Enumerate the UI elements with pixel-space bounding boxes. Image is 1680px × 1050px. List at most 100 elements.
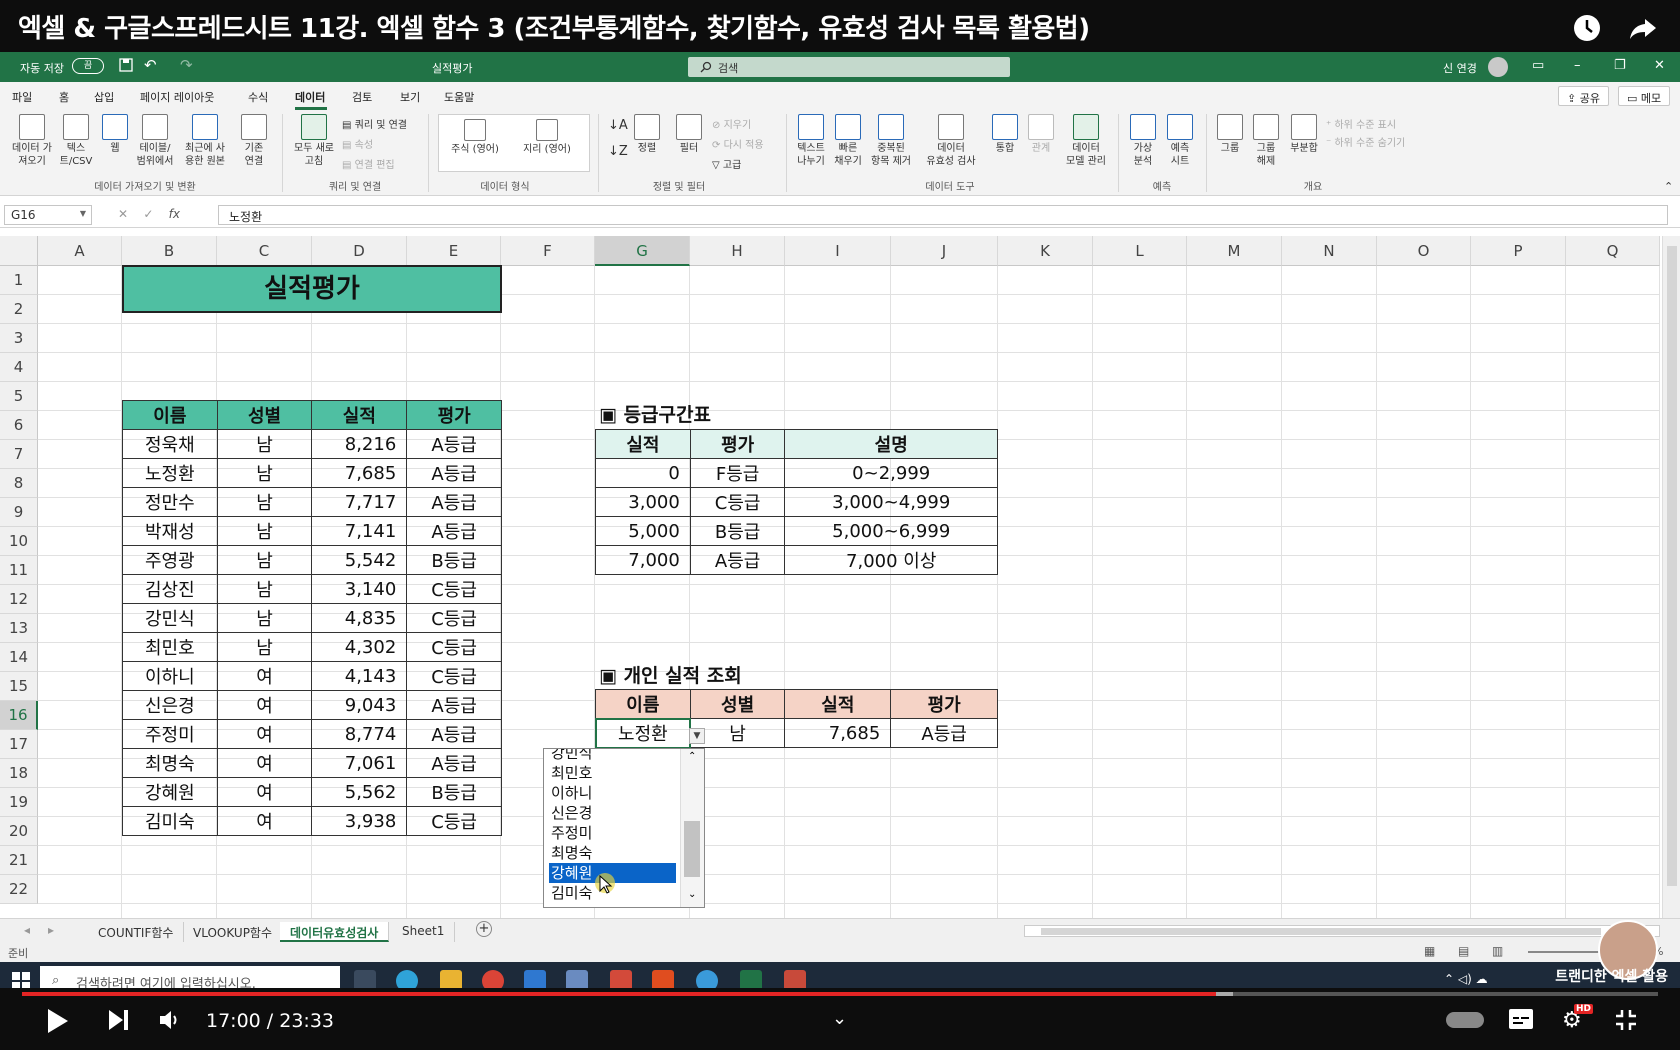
dropdown-item[interactable]: 신은경 [549,803,676,823]
stocks-button[interactable]: 주식 (영어) [445,119,505,156]
refresh-all-button[interactable]: 모두 새로 고침 [288,114,340,168]
row-header-8[interactable]: 8 [0,469,38,498]
table-cell[interactable]: A등급 [890,718,998,748]
table-cell[interactable]: 0 [595,458,691,488]
tab-help[interactable]: 도움말 [444,89,474,105]
queries-connections-button[interactable]: ▤ 쿼리 및 연결 [342,116,407,131]
file-title[interactable]: 실적평가 [432,60,472,76]
dropdown-item[interactable]: 주정미 [549,823,676,843]
data-types-gallery[interactable]: 주식 (영어) 지리 (영어) [438,114,590,172]
row-header-21[interactable]: 21 [0,846,38,875]
table-cell[interactable]: 여 [216,690,313,720]
autoplay-toggle[interactable] [1446,1012,1484,1028]
remove-duplicates-button[interactable]: 중복된 항목 제거 [866,114,916,168]
table-cell[interactable]: B등급 [406,777,502,807]
consolidate-button[interactable]: 통합 [988,114,1022,155]
table-cell[interactable]: 3,140 [311,574,408,604]
watch-later-icon[interactable] [1572,13,1602,43]
advanced-filter-button[interactable]: ▽ 고급 [712,156,741,171]
table-cell[interactable]: 3,000 [595,487,691,517]
row-header-11[interactable]: 11 [0,556,38,585]
page-break-view-icon[interactable]: ▥ [1492,944,1503,958]
table-cell[interactable]: 노정환 [122,458,218,488]
formula-input[interactable]: 노정환 [218,205,1668,225]
show-detail-button[interactable]: ⁺ 하위 수준 표시 [1326,116,1396,131]
chevron-down-icon[interactable]: ⌄ [832,1008,847,1029]
tab-insert[interactable]: 삽입 [94,89,114,105]
table-cell[interactable]: 8,774 [311,719,408,749]
table-cell[interactable]: 정만수 [122,487,218,517]
table-cell[interactable]: B등급 [689,516,786,546]
table-cell[interactable]: C등급 [406,574,502,604]
hide-detail-button[interactable]: ⁻ 하위 수준 숨기기 [1326,134,1405,149]
validation-dropdown-button[interactable]: ▼ [689,728,705,744]
sheet-title-cell[interactable]: 실적평가 [122,265,502,313]
prev-sheet-icon[interactable]: ◂ [24,923,30,937]
table-cell[interactable]: 남 [216,516,313,546]
close-icon[interactable]: ✕ [1654,58,1665,73]
properties-button[interactable]: ▤ 속성 [342,136,373,151]
row-header-10[interactable]: 10 [0,527,38,556]
dropdown-scrollbar[interactable]: ⌃ ⌄ [680,749,704,907]
column-header-C[interactable]: C [217,236,312,266]
table-cell[interactable]: 평가 [406,400,502,430]
subtotal-button[interactable]: 부분합 [1286,114,1322,155]
reapply-button[interactable]: ⟳ 다시 적용 [712,136,764,151]
enter-icon[interactable]: ✓ [143,207,153,221]
undo-icon[interactable]: ↶ [144,56,157,74]
save-icon[interactable] [118,57,134,76]
table-cell[interactable]: 성별 [216,400,313,430]
table-cell[interactable]: 7,685 [784,718,892,748]
table-cell[interactable]: 여 [216,719,313,749]
table-cell[interactable]: 주영광 [122,545,218,575]
table-cell[interactable]: 김미숙 [122,806,218,836]
tab-view[interactable]: 보기 [400,89,420,105]
scroll-up-icon[interactable]: ⌃ [688,751,696,762]
dropdown-item[interactable]: 강민식 [549,749,676,763]
table-cell[interactable]: 실적 [311,400,408,430]
table-cell[interactable]: A등급 [406,429,502,459]
data-model-button[interactable]: 데이터 모델 관리 [1060,114,1112,168]
share-icon[interactable] [1628,13,1658,43]
table-cell[interactable]: 7,685 [311,458,408,488]
scroll-thumb[interactable] [684,821,700,877]
table-cell[interactable]: 0~2,999 [784,458,998,488]
table-cell[interactable]: 남 [216,429,313,459]
column-header-L[interactable]: L [1093,236,1187,266]
table-cell[interactable]: 박재성 [122,516,218,546]
table-cell[interactable]: B등급 [406,545,502,575]
table-cell[interactable]: A등급 [406,458,502,488]
cancel-icon[interactable]: ✕ [118,207,128,221]
column-header-O[interactable]: O [1377,236,1471,266]
row-header-17[interactable]: 17 [0,730,38,759]
column-header-I[interactable]: I [785,236,891,266]
edit-links-button[interactable]: ▤ 연결 편집 [342,156,395,171]
table-cell[interactable]: A등급 [406,516,502,546]
channel-name[interactable]: 트랜디한 엑셀 활용 [1508,966,1668,986]
tab-review[interactable]: 검토 [352,89,372,105]
sheet-tab-vlookup[interactable]: VLOOKUP함수 [183,922,284,942]
table-cell[interactable]: 김상진 [122,574,218,604]
ungroup-button[interactable]: 그룹 해제 [1248,114,1284,168]
column-header-J[interactable]: J [891,236,998,266]
table-cell[interactable]: 9,043 [311,690,408,720]
row-header-19[interactable]: 19 [0,788,38,817]
flash-fill-button[interactable]: 빠른 채우기 [832,114,864,168]
exit-fullscreen-icon[interactable] [1614,1008,1638,1038]
search-input[interactable]: 검색 [688,57,1010,77]
table-cell[interactable]: 최명숙 [122,748,218,778]
vertical-scroll-thumb[interactable] [1667,246,1677,886]
normal-view-icon[interactable]: ▦ [1424,944,1435,958]
dropdown-item[interactable]: 최명숙 [549,843,676,863]
volume-icon[interactable] [158,1008,182,1038]
tab-home[interactable]: 홈 [59,89,69,105]
forecast-sheet-button[interactable]: 예측 시트 [1162,114,1198,168]
clear-filter-button[interactable]: ⊘ 지우기 [712,116,751,131]
table-cell[interactable]: 평가 [890,689,998,719]
from-web-button[interactable]: 웹 [98,114,132,155]
table-cell[interactable]: A등급 [406,690,502,720]
row-header-13[interactable]: 13 [0,614,38,643]
sheet-tab-countif[interactable]: COUNTIF함수 [88,922,185,942]
row-header-4[interactable]: 4 [0,353,38,382]
tab-page-layout[interactable]: 페이지 레이아웃 [140,89,214,105]
